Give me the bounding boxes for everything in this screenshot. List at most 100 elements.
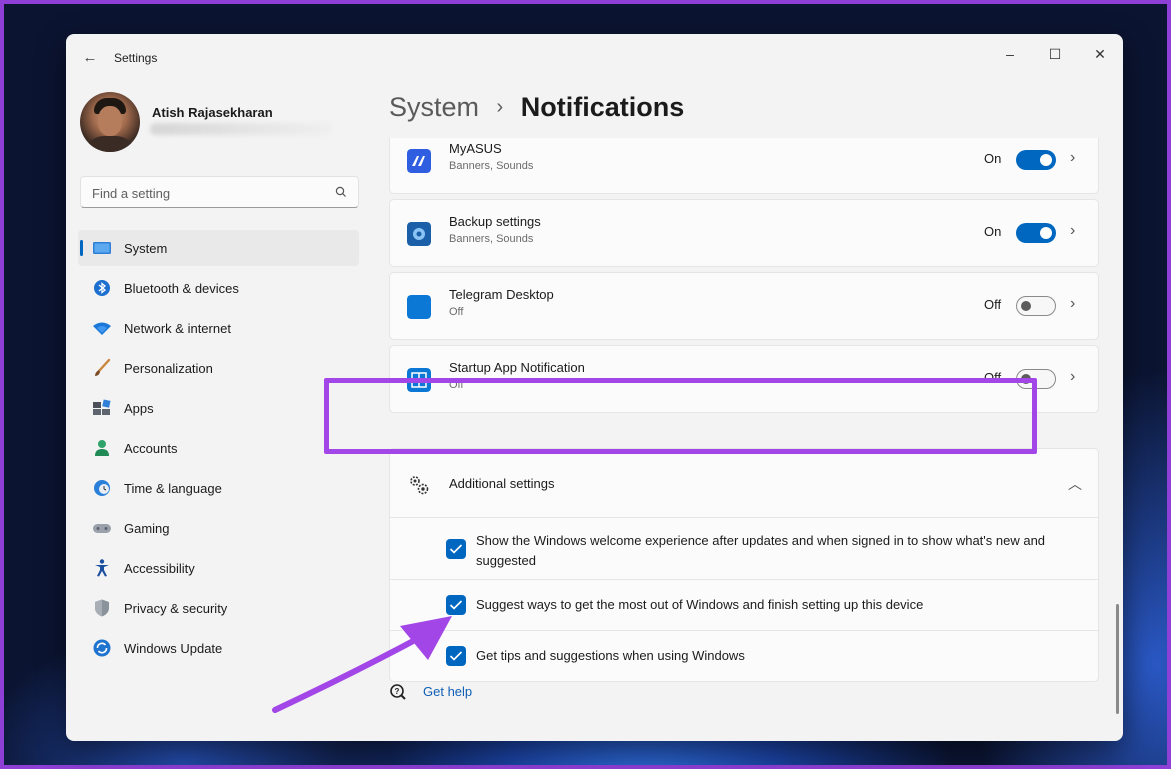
page-title: Notifications — [520, 92, 685, 122]
sidebar-item-label: Apps — [124, 401, 154, 416]
chevron-right-icon: › — [1070, 295, 1076, 312]
notification-toggle[interactable] — [1016, 223, 1056, 243]
sidebar-item-label: Bluetooth & devices — [124, 281, 239, 296]
myasus-icon — [407, 149, 431, 173]
accessibility-icon — [95, 559, 109, 577]
get-help-label: Get help — [423, 684, 473, 699]
sidebar-item-system[interactable]: System — [78, 230, 359, 266]
app-subtitle: Off — [449, 306, 464, 318]
chevron-up-icon: ︿ — [1068, 476, 1082, 492]
option-label: Suggest ways to get the most out of Wind… — [476, 597, 924, 612]
active-indicator — [80, 240, 83, 256]
gears-icon — [410, 476, 429, 495]
app-title: Settings — [114, 51, 158, 65]
sidebar-item-label: Accounts — [124, 441, 178, 456]
search-icon — [335, 186, 346, 197]
update-icon — [93, 639, 111, 657]
notification-toggle[interactable] — [1016, 369, 1056, 389]
breadcrumb-parent[interactable]: System — [389, 92, 479, 122]
option-label: Get tips and suggestions when using Wind… — [476, 648, 745, 663]
additional-settings-expander[interactable]: Additional settings ︿ — [389, 448, 1099, 518]
app-subtitle: Banners, Sounds — [449, 233, 534, 245]
sidebar-item-label: System — [124, 241, 168, 256]
settings-window: ← Settings – ☐ ✕ Atish Rajasekharan Find… — [66, 34, 1123, 741]
chevron-right-icon: › — [1070, 222, 1076, 239]
user-email-blurred — [150, 123, 332, 135]
svg-text:?: ? — [395, 687, 400, 696]
close-button[interactable]: ✕ — [1077, 38, 1123, 70]
wifi-icon — [93, 322, 111, 335]
suggest-ways-checkbox[interactable] — [446, 595, 466, 615]
tips-suggestions-checkbox[interactable] — [446, 646, 466, 666]
title-bar: ← Settings – ☐ ✕ — [66, 34, 1123, 82]
sidebar-item-label: Network & internet — [124, 321, 231, 336]
brush-icon — [95, 358, 111, 376]
app-row-telegram-desktop[interactable]: Telegram Desktop Off Off › — [389, 272, 1099, 340]
option-row-tips-suggestions: Get tips and suggestions when using Wind… — [389, 631, 1099, 682]
search-input[interactable]: Find a setting — [80, 176, 359, 208]
avatar[interactable] — [80, 92, 140, 152]
sidebar-item-label: Accessibility — [124, 561, 195, 576]
sidebar-item-network[interactable]: Network & internet — [78, 310, 359, 346]
user-name: Atish Rajasekharan — [152, 105, 273, 120]
help-icon: ? — [390, 684, 406, 700]
sidebar-item-bluetooth[interactable]: Bluetooth & devices — [78, 270, 359, 306]
welcome-experience-checkbox[interactable] — [446, 539, 466, 559]
app-name: Telegram Desktop — [449, 287, 554, 302]
app-subtitle: Banners, Sounds — [449, 160, 534, 172]
app-row-myasus[interactable]: MyASUS Banners, Sounds On › — [389, 138, 1099, 194]
sidebar-item-label: Personalization — [124, 361, 213, 376]
check-icon — [449, 544, 463, 554]
notification-toggle[interactable] — [1016, 150, 1056, 170]
toggle-state-label: On — [984, 151, 1002, 166]
minimize-button[interactable]: – — [987, 38, 1033, 70]
sidebar-item-accessibility[interactable]: Accessibility — [78, 550, 359, 586]
notifications-list: MyASUS Banners, Sounds On › Backup setti… — [389, 138, 1101, 698]
chevron-right-icon: › — [1070, 368, 1076, 385]
person-icon — [95, 440, 109, 456]
check-icon — [449, 600, 463, 610]
backup-icon — [407, 222, 431, 246]
back-arrow-icon[interactable]: ← — [80, 48, 100, 68]
scrollbar[interactable] — [1116, 604, 1119, 714]
sidebar-item-label: Privacy & security — [124, 601, 228, 616]
check-icon — [449, 651, 463, 661]
notification-toggle[interactable] — [1016, 296, 1056, 316]
toggle-state-label: Off — [984, 297, 1002, 312]
sidebar-item-windows-update[interactable]: Windows Update — [78, 630, 359, 666]
app-row-startup-app-notification[interactable]: Startup App Notification Off Off › — [389, 345, 1099, 413]
chevron-right-icon: › — [1070, 149, 1076, 166]
breadcrumb: System › Notifications — [389, 92, 684, 123]
startup-app-icon — [407, 368, 431, 392]
sidebar-item-privacy[interactable]: Privacy & security — [78, 590, 359, 626]
option-label: Show the Windows welcome experience afte… — [476, 533, 1046, 568]
bluetooth-icon — [94, 280, 110, 296]
sidebar-item-label: Gaming — [124, 521, 170, 536]
clock-globe-icon — [94, 480, 110, 496]
app-name: Backup settings — [449, 214, 541, 229]
option-row-suggest-ways: Suggest ways to get the most out of Wind… — [389, 580, 1099, 631]
shield-icon — [95, 599, 109, 617]
app-name: Startup App Notification — [449, 360, 585, 375]
sidebar-item-label: Time & language — [124, 481, 222, 496]
toggle-state-label: Off — [984, 370, 1002, 385]
breadcrumb-separator-icon: › — [496, 96, 504, 118]
gamepad-icon — [93, 524, 111, 533]
sidebar-item-gaming[interactable]: Gaming — [78, 510, 359, 546]
sidebar-item-accounts[interactable]: Accounts — [78, 430, 359, 466]
sidebar-item-label: Windows Update — [124, 641, 223, 656]
option-row-welcome-experience: Show the Windows welcome experience afte… — [389, 518, 1099, 580]
app-name: MyASUS — [449, 141, 502, 156]
sidebar-item-personalization[interactable]: Personalization — [78, 350, 359, 386]
toggle-state-label: On — [984, 224, 1002, 239]
maximize-button[interactable]: ☐ — [1032, 38, 1078, 70]
telegram-icon — [407, 295, 431, 319]
sidebar-item-time-language[interactable]: Time & language — [78, 470, 359, 506]
app-subtitle: Off — [449, 379, 464, 391]
additional-settings-label: Additional settings — [449, 476, 555, 491]
apps-icon — [93, 399, 111, 415]
app-row-backup-settings[interactable]: Backup settings Banners, Sounds On › — [389, 199, 1099, 267]
system-icon — [93, 242, 111, 254]
search-placeholder: Find a setting — [92, 186, 171, 201]
sidebar-item-apps[interactable]: Apps — [78, 390, 359, 426]
